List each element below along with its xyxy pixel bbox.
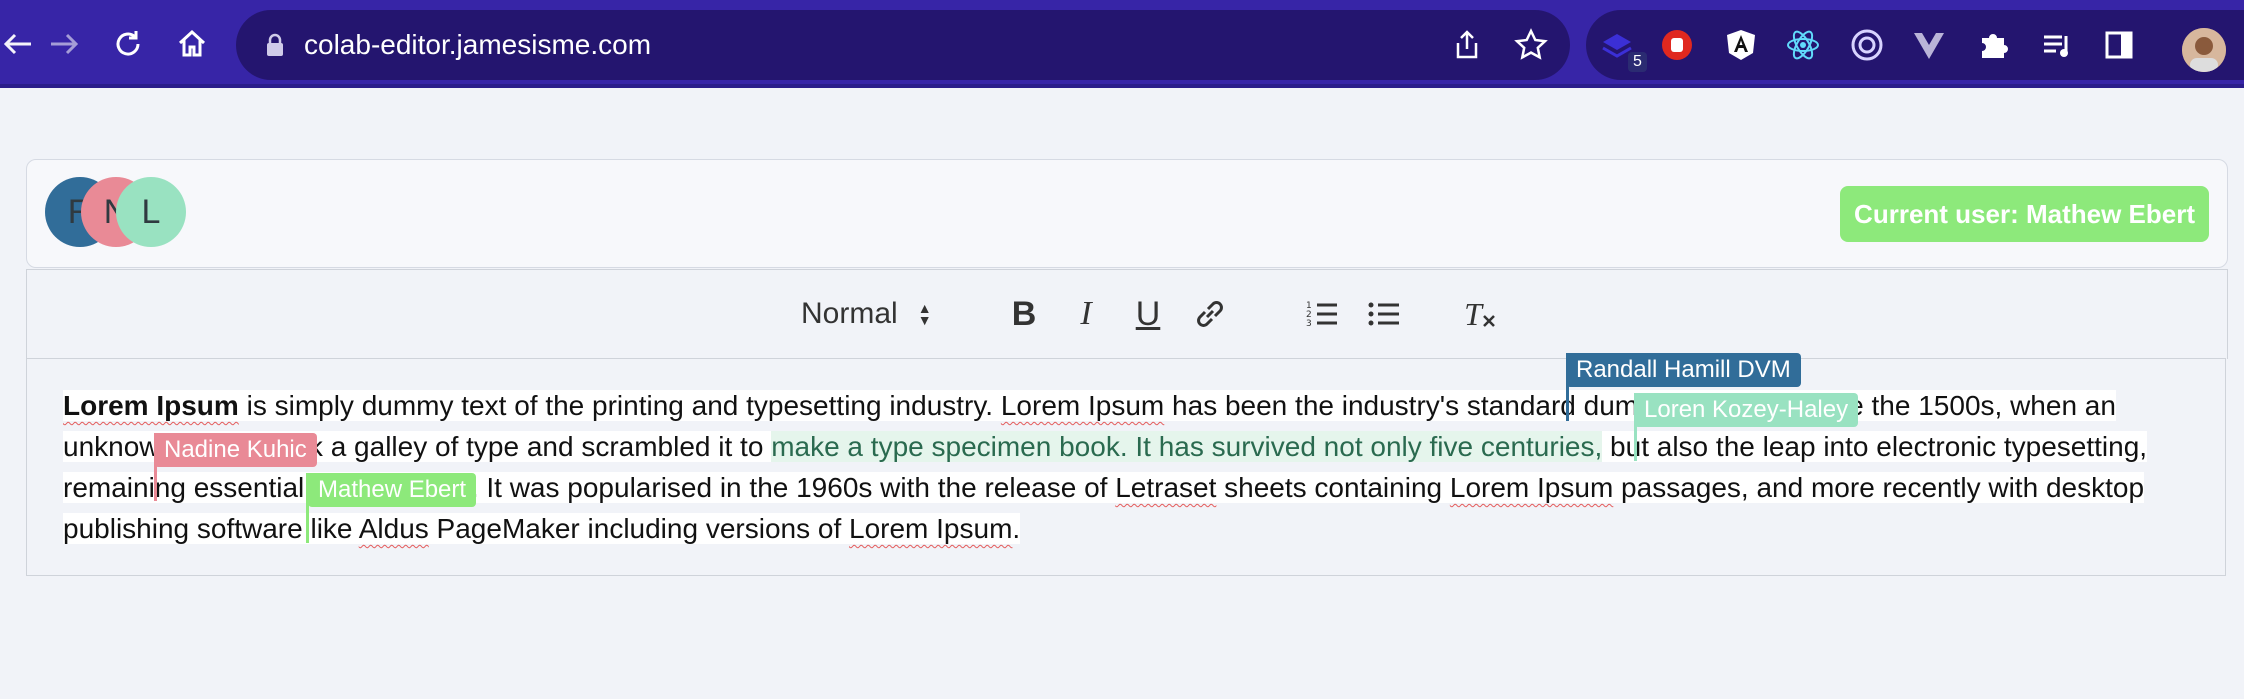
current-user-badge: Current user: Mathew Ebert — [1840, 186, 2209, 242]
browser-toolbar: colab-editor.jamesisme.com 5 — [0, 0, 2244, 88]
bold-button[interactable]: B — [999, 290, 1049, 338]
react-icon[interactable] — [1784, 26, 1822, 64]
bookmark-star-icon[interactable] — [1514, 28, 1548, 62]
select-arrows-icon: ▲ ▼ — [917, 300, 932, 328]
share-icon[interactable] — [1450, 28, 1484, 62]
target-circle-icon[interactable] — [1848, 26, 1886, 64]
doc-text-4: sheets containing — [1216, 472, 1450, 503]
reload-icon[interactable] — [110, 26, 146, 62]
bullet-list-button[interactable] — [1359, 290, 1409, 338]
doc-selection-loren: make a type specimen book. It has surviv… — [771, 431, 1603, 462]
underline-button[interactable]: U — [1123, 290, 1173, 338]
clear-format-x-icon — [1483, 315, 1495, 327]
editor-toolbar: Normal ▲ ▼ B I U 123 T — [26, 269, 2228, 359]
svg-text:3: 3 — [1306, 319, 1312, 329]
doc-spellcheck-5: Lorem Ipsum — [849, 513, 1013, 544]
cursor-label-nadine: Nadine Kuhic — [154, 433, 317, 467]
editor-content-area[interactable]: Lorem Ipsum is simply dummy text of the … — [26, 358, 2226, 576]
link-icon — [1197, 301, 1223, 327]
forward-arrow-icon[interactable] — [46, 26, 82, 62]
italic-button[interactable]: I — [1061, 290, 1111, 338]
bullet-list-icon — [1368, 302, 1399, 326]
clear-format-label: T — [1464, 295, 1482, 332]
doc-spellcheck-2: Letraset — [1115, 472, 1217, 503]
clear-format-button[interactable]: T — [1455, 290, 1505, 338]
ordered-list-icon: 123 — [1306, 301, 1337, 329]
doc-spellcheck-3: Lorem Ipsum — [1449, 472, 1614, 503]
angular-icon[interactable] — [1722, 26, 1760, 64]
back-arrow-icon[interactable] — [0, 26, 36, 62]
format-select-value: Normal — [801, 297, 898, 330]
extensions-bar: 5 — [1586, 10, 2244, 80]
cursor-label-loren: Loren Kozey-Haley — [1634, 393, 1859, 427]
side-panel-icon[interactable] — [2100, 26, 2138, 64]
ordered-list-button[interactable]: 123 — [1297, 290, 1347, 338]
vue-devtools-icon[interactable] — [1910, 26, 1948, 64]
extension-stack-icon[interactable]: 5 — [1598, 26, 1647, 72]
format-select[interactable]: Normal ▲ ▼ — [801, 290, 951, 338]
profile-avatar[interactable] — [2182, 28, 2226, 72]
document-text[interactable]: Lorem Ipsum is simply dummy text of the … — [63, 385, 2219, 549]
cursor-label-randall: Randall Hamill DVM — [1566, 353, 1801, 387]
media-queue-icon[interactable] — [2038, 26, 2076, 64]
ublock-hand-icon[interactable] — [1658, 26, 1696, 64]
doc-bold-phrase: Lorem Ipsum — [63, 390, 239, 421]
extension-badge-count: 5 — [1628, 52, 1647, 72]
url-text[interactable]: colab-editor.jamesisme.com — [304, 10, 651, 80]
doc-text-7: . — [1012, 513, 1021, 544]
chrome-divider — [0, 84, 2244, 88]
address-bar[interactable]: colab-editor.jamesisme.com — [236, 10, 1570, 80]
link-button[interactable] — [1185, 290, 1235, 338]
online-users-bar: R N L Current user: Mathew Ebert — [26, 159, 2228, 268]
doc-spellcheck-4: Aldus — [358, 513, 429, 544]
cursor-label-mathew: Mathew Ebert — [308, 473, 477, 507]
doc-text-6: PageMaker including versions of — [428, 513, 849, 544]
user-avatar-l[interactable]: L — [116, 177, 186, 247]
doc-text-1: is simply dummy text of the printing and… — [238, 390, 1001, 421]
puzzle-extensions-icon[interactable] — [1974, 26, 2012, 64]
lock-icon — [267, 33, 283, 56]
home-icon[interactable] — [174, 26, 210, 62]
doc-spellcheck-1: Lorem Ipsum — [1000, 390, 1165, 421]
